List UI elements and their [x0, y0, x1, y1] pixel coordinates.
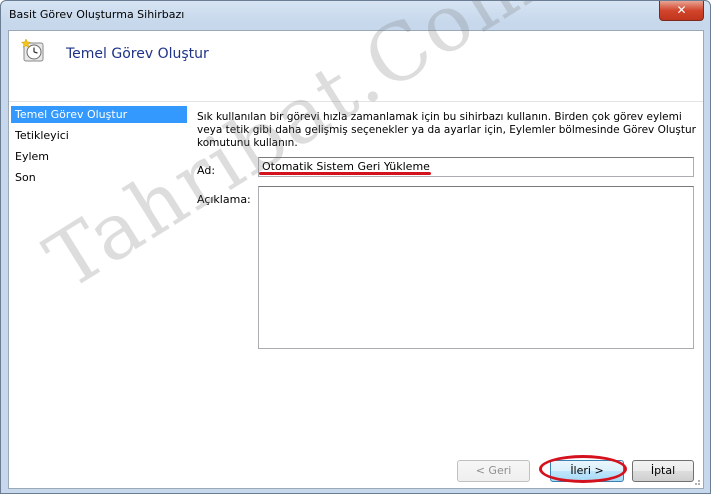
clock-star-icon	[21, 39, 44, 62]
wizard-header: Temel Görev Oluştur	[9, 31, 703, 102]
description-textarea[interactable]	[258, 186, 694, 349]
cancel-button[interactable]: İptal	[632, 460, 694, 482]
nav-step-son[interactable]: Son	[11, 169, 187, 186]
name-label: Ad:	[197, 164, 216, 177]
annotation-ellipse	[539, 455, 627, 483]
nav-step-eylem[interactable]: Eylem	[11, 148, 187, 165]
wizard-description: Sık kullanılan bir görevi hızla zamanlam…	[197, 111, 696, 149]
close-button[interactable]: ✕	[659, 1, 704, 21]
title-bar[interactable]: Basit Görev Oluşturma Sihirbazı ✕	[1, 1, 710, 29]
nav-step-temel-gorev[interactable]: Temel Görev Oluştur	[11, 106, 187, 123]
window-title: Basit Görev Oluşturma Sihirbazı	[9, 8, 185, 21]
wizard-client-area: Temel Görev Oluştur Temel Görev Oluştur …	[8, 30, 704, 489]
back-button[interactable]: < Geri	[457, 460, 530, 482]
annotation-underline	[259, 172, 431, 175]
wizard-steps-nav: Temel Görev Oluştur Tetikleyici Eylem So…	[9, 104, 189, 404]
resize-grip-icon[interactable]	[691, 476, 701, 486]
close-icon: ✕	[676, 3, 687, 17]
description-label: Açıklama:	[197, 193, 251, 206]
page-title: Temel Görev Oluştur	[66, 46, 209, 62]
wizard-window: Basit Görev Oluşturma Sihirbazı ✕ Temel …	[0, 0, 711, 494]
nav-step-tetikleyici[interactable]: Tetikleyici	[11, 127, 187, 144]
